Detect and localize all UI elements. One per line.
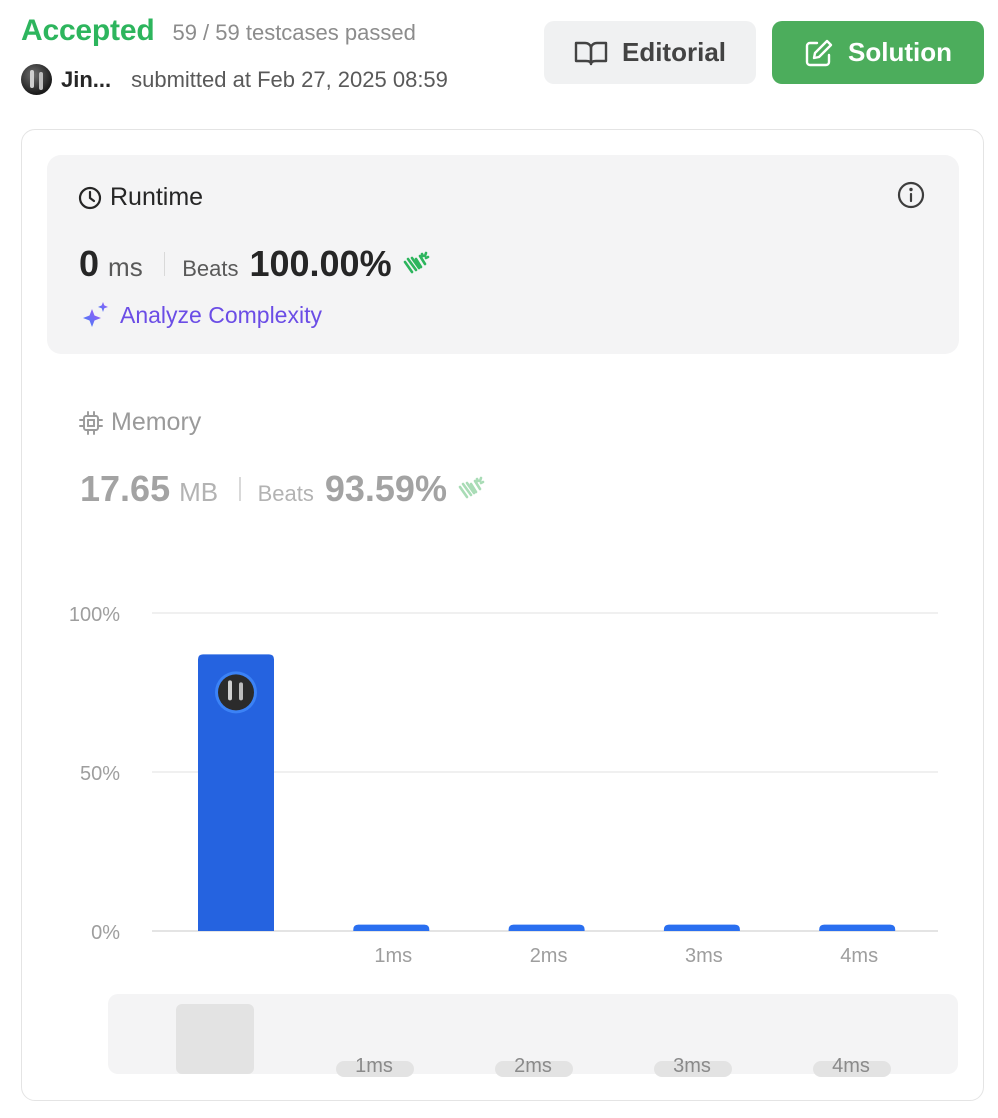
runtime-panel[interactable]: Runtime 0 ms Beats 100.00% Analyze Compl…	[47, 155, 959, 354]
solution-button[interactable]: Solution	[772, 21, 984, 84]
submitted-time: submitted at Feb 27, 2025 08:59	[131, 66, 448, 92]
avatar[interactable]	[21, 64, 52, 95]
testcases-passed: 59 / 59 testcases passed	[172, 20, 416, 45]
editorial-button[interactable]: Editorial	[544, 21, 756, 84]
divider	[239, 477, 241, 501]
runtime-value-row: 0 ms Beats 100.00%	[79, 243, 430, 285]
submission-status: Accepted 59 / 59 testcases passed	[21, 14, 416, 48]
memory-title[interactable]: Memory	[79, 408, 201, 437]
memory-beats-value: 93.59%	[324, 468, 447, 509]
memory-title-label: Memory	[111, 408, 202, 436]
solution-label: Solution	[848, 37, 952, 67]
memory-value-row: 17.65 MB Beats 93.59%	[80, 468, 485, 510]
edit-icon	[805, 39, 833, 66]
clapping-hands-icon	[458, 476, 485, 499]
cpu-chip-icon	[79, 410, 103, 435]
submission-author: Jin... submitted at Feb 27, 2025 08:59	[21, 64, 448, 95]
runtime-value: 0	[79, 243, 100, 284]
sparkle-icon	[83, 302, 108, 327]
divider	[163, 252, 166, 276]
accepted-status: Accepted	[21, 14, 155, 47]
username[interactable]: Jin...	[61, 67, 111, 93]
runtime-title-label: Runtime	[110, 183, 204, 211]
editorial-label: Editorial	[621, 37, 726, 67]
memory-value: 17.65	[80, 468, 171, 509]
memory-beats-label: Beats	[257, 481, 314, 506]
clapping-hands-icon	[403, 251, 429, 274]
analyze-complexity-link[interactable]: Analyze Complexity	[80, 301, 322, 329]
runtime-beats-value: 100.00%	[249, 243, 392, 284]
analyze-label: Analyze Complexity	[120, 301, 322, 328]
clock-icon	[78, 186, 102, 209]
runtime-beats-label: Beats	[182, 256, 239, 281]
info-icon[interactable]	[897, 181, 925, 214]
memory-unit: MB	[179, 477, 219, 507]
chart-range-navigator[interactable]	[108, 994, 958, 1074]
result-card: Runtime 0 ms Beats 100.00% Analyze Compl…	[21, 129, 984, 1101]
runtime-title: Runtime	[78, 183, 203, 212]
book-open-icon	[574, 41, 608, 65]
runtime-unit: ms	[108, 252, 143, 282]
